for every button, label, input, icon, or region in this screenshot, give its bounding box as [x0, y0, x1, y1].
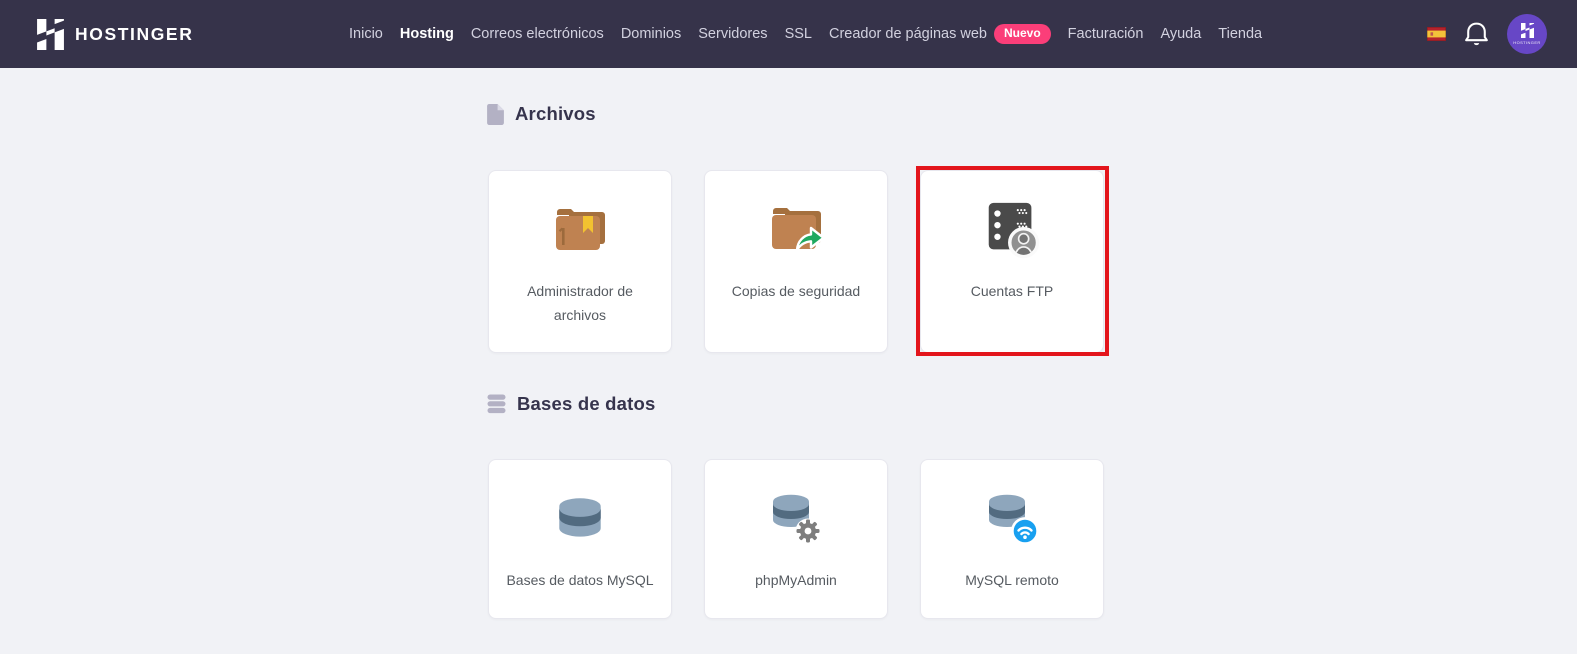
hostinger-logo[interactable]: HOSTINGER — [37, 0, 193, 68]
section-bases-de-datos-header: Bases de datos — [487, 393, 656, 415]
ftp-server-icon — [921, 189, 1103, 271]
nav-servidores[interactable]: Servidores — [698, 26, 767, 42]
card-phpmyadmin[interactable]: phpMyAdmin — [704, 459, 888, 619]
card-cuentas-ftp[interactable]: Cuentas FTP — [916, 166, 1109, 356]
mysql-remote-icon — [921, 478, 1103, 560]
nav-facturacion[interactable]: Facturación — [1068, 26, 1144, 42]
top-navbar: HOSTINGER Inicio Hosting Correos electró… — [0, 0, 1577, 68]
phpmyadmin-icon — [705, 478, 887, 560]
section-title-bases-de-datos: Bases de datos — [517, 393, 656, 414]
card-administrador-de-archivos[interactable]: Administrador de archivos — [488, 170, 672, 353]
user-avatar[interactable]: HOSTINGER — [1507, 14, 1547, 54]
avatar-logo-icon — [1520, 23, 1534, 38]
nuevo-badge: Nuevo — [993, 24, 1051, 44]
nav-ssl[interactable]: SSL — [785, 26, 812, 42]
section-title-archivos: Archivos — [515, 103, 596, 124]
nav-inicio[interactable]: Inicio — [349, 26, 383, 42]
card-label: Administrador de archivos — [527, 283, 633, 323]
card-copias-de-seguridad[interactable]: Copias de seguridad — [704, 170, 888, 353]
nav-correos-electronicos[interactable]: Correos electrónicos — [471, 26, 604, 42]
card-label: Copias de seguridad — [731, 283, 861, 299]
card-label: MySQL remoto — [965, 572, 1059, 588]
hostinger-logo-icon — [37, 18, 64, 50]
card-mysql-remoto[interactable]: MySQL remoto — [920, 459, 1104, 619]
card-label: Bases de datos MySQL — [506, 572, 654, 588]
section-archivos-header: Archivos — [487, 103, 596, 125]
nav-tienda[interactable]: Tienda — [1218, 26, 1262, 42]
bases-de-datos-card-row: Bases de datos MySQL phpMyAdmin MySQL re… — [488, 459, 1104, 619]
card-bases-de-datos-mysql[interactable]: Bases de datos MySQL — [488, 459, 672, 619]
nav-creador-de-paginas-web[interactable]: Creador de páginas web Nuevo — [829, 24, 1051, 44]
nav-dominios[interactable]: Dominios — [621, 26, 681, 42]
file-manager-folder-icon — [489, 189, 671, 271]
language-flag-icon[interactable] — [1427, 27, 1446, 41]
mysql-database-icon — [489, 478, 671, 560]
card-label: phpMyAdmin — [755, 572, 837, 588]
file-icon — [487, 103, 504, 125]
card-label: Cuentas FTP — [970, 283, 1054, 299]
notifications-bell-icon[interactable] — [1463, 20, 1490, 49]
database-icon — [487, 394, 506, 414]
navbar-right-cluster: HOSTINGER — [1427, 0, 1547, 68]
nav-hosting[interactable]: Hosting — [400, 26, 454, 42]
main-nav: Inicio Hosting Correos electrónicos Domi… — [349, 0, 1279, 68]
avatar-brand-text: HOSTINGER — [1513, 40, 1541, 45]
nav-ayuda[interactable]: Ayuda — [1160, 26, 1201, 42]
backup-folder-icon — [705, 189, 887, 271]
archivos-card-row: Administrador de archivos Copias de segu… — [488, 166, 1109, 356]
brand-name: HOSTINGER — [75, 23, 194, 44]
